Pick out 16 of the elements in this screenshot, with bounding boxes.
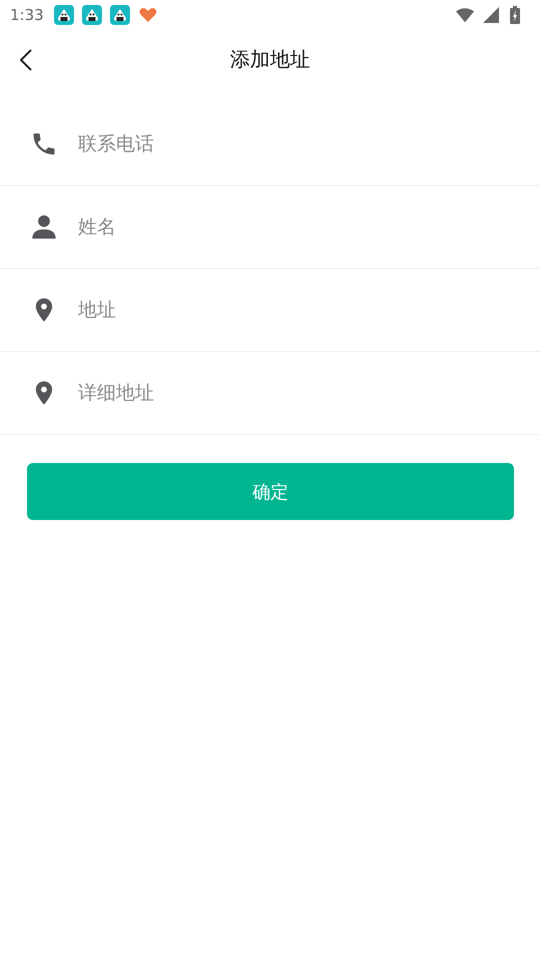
back-icon — [20, 49, 32, 71]
input-field[interactable]: 地址 — [78, 293, 520, 327]
input-field[interactable]: 联系电话 — [78, 127, 520, 161]
app-notification-icon — [110, 5, 130, 25]
input-field[interactable]: 姓名 — [78, 210, 520, 244]
battery-icon — [510, 6, 520, 24]
confirm-button[interactable]: 确定 — [27, 463, 514, 520]
heart-notification-icon — [138, 5, 158, 25]
input-field[interactable]: 详细地址 — [78, 376, 520, 410]
app-notification-icon — [54, 5, 74, 25]
person-icon — [30, 213, 58, 241]
status-time: 1:33 — [10, 6, 44, 24]
app-notification-icon — [82, 5, 102, 25]
signal-icon — [482, 7, 500, 23]
wifi-icon — [456, 7, 474, 23]
page-title: 添加地址 — [230, 46, 310, 72]
